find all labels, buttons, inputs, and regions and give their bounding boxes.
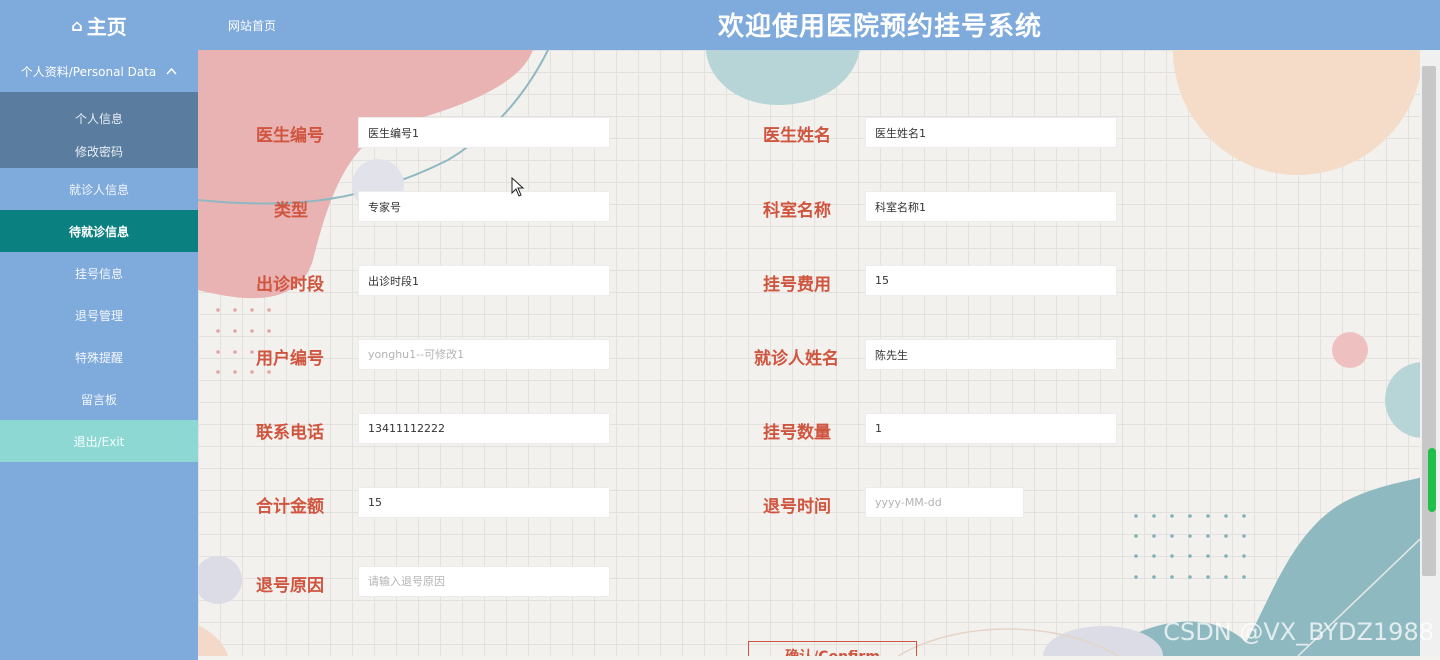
home-label: 主页 xyxy=(86,14,127,39)
sidebar-item-change-password[interactable]: 修改密码 xyxy=(0,135,198,168)
watermark: CSDN @VX_BYDZ1988 xyxy=(1163,618,1434,646)
chevron-up-icon xyxy=(166,65,177,78)
sidebar-item-pending-visits[interactable]: 待就诊信息 xyxy=(0,210,198,252)
fee-input[interactable] xyxy=(865,265,1117,296)
label-patient-name: 就诊人姓名 xyxy=(754,349,839,369)
time-slot-input[interactable] xyxy=(358,265,610,296)
label-doctor-no: 医生编号 xyxy=(256,126,324,146)
label-user-no: 用户编号 xyxy=(256,349,324,369)
label-fee: 挂号费用 xyxy=(763,275,831,295)
refund-reason-input[interactable] xyxy=(358,566,610,597)
phone-input[interactable] xyxy=(358,413,610,444)
sidebar-group-personal-data[interactable]: 个人资料/Personal Data xyxy=(0,50,198,92)
doctor-name-input[interactable] xyxy=(865,117,1117,148)
patient-name-input[interactable] xyxy=(865,339,1117,370)
main-content: 医生编号 医生姓名 类型 科室名称 出诊时段 挂号费用 用户编号 就诊人姓名 联… xyxy=(198,50,1440,656)
page-title: 欢迎使用医院预约挂号系统 xyxy=(717,12,1042,42)
sidebar-item-personal-info[interactable]: 个人信息 xyxy=(0,102,198,135)
label-dept-name: 科室名称 xyxy=(763,201,831,221)
sidebar: 个人资料/Personal Data 个人信息 修改密码 就诊人信息 待就诊信息… xyxy=(0,50,198,660)
sidebar-submenu: 个人信息 修改密码 xyxy=(0,92,198,168)
home-icon: ⌂ xyxy=(71,15,83,35)
label-refund-time: 退号时间 xyxy=(763,497,831,517)
home-link[interactable]: ⌂ 主页 xyxy=(0,0,198,50)
refund-time-input[interactable] xyxy=(865,487,1024,518)
scroll-indicator xyxy=(1428,448,1436,512)
sidebar-item-registration-info[interactable]: 挂号信息 xyxy=(0,252,198,294)
sidebar-group-label: 个人资料/Personal Data xyxy=(20,64,157,79)
doctor-no-input[interactable] xyxy=(358,117,610,148)
sidebar-item-message-board[interactable]: 留言板 xyxy=(0,378,198,420)
label-refund-reason: 退号原因 xyxy=(256,576,324,596)
label-quantity: 挂号数量 xyxy=(763,423,831,443)
sidebar-item-special-reminder[interactable]: 特殊提醒 xyxy=(0,336,198,378)
confirm-button[interactable]: 确认/Confirm xyxy=(748,641,917,656)
label-time-slot: 出诊时段 xyxy=(256,275,324,295)
label-doctor-name: 医生姓名 xyxy=(763,126,831,146)
total-input[interactable] xyxy=(358,487,610,518)
dept-name-input[interactable] xyxy=(865,191,1117,222)
sidebar-item-exit[interactable]: 退出/Exit xyxy=(0,420,198,462)
label-phone: 联系电话 xyxy=(256,423,324,443)
sidebar-item-refund-management[interactable]: 退号管理 xyxy=(0,294,198,336)
label-total: 合计金额 xyxy=(256,497,324,517)
site-home-link[interactable]: 网站首页 xyxy=(228,17,276,34)
sidebar-item-patient-info[interactable]: 就诊人信息 xyxy=(0,168,198,210)
type-input[interactable] xyxy=(358,191,610,222)
mouse-cursor-icon xyxy=(511,177,525,197)
quantity-input[interactable] xyxy=(865,413,1117,444)
user-no-input[interactable] xyxy=(358,339,610,370)
top-header: ⌂ 主页 网站首页 欢迎使用医院预约挂号系统 xyxy=(0,0,1440,50)
label-type: 类型 xyxy=(274,201,308,221)
